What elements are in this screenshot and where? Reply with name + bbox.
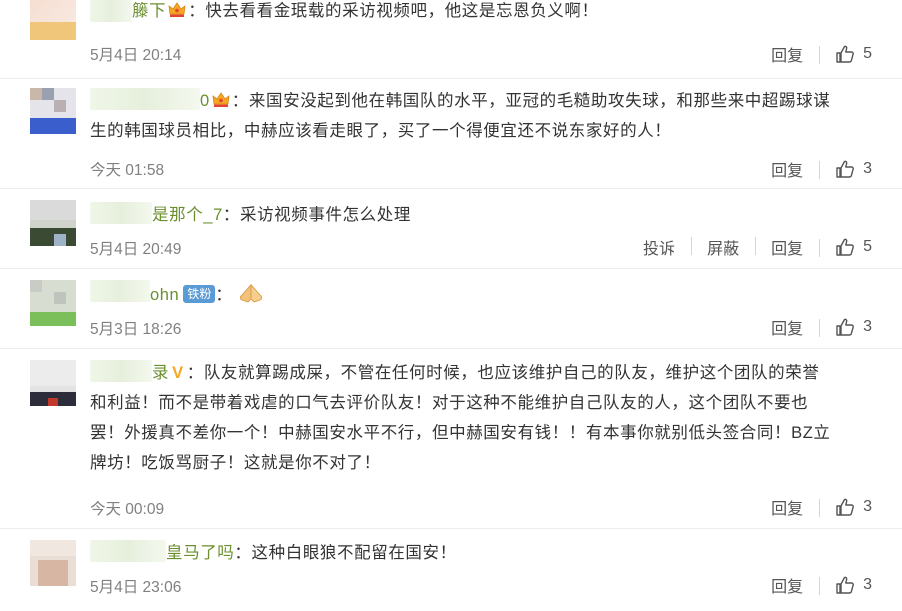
separator: ：: [188, 2, 206, 20]
comment-item: 皇马了吗：这种白眼狼不配留在国安！ 5月4日 23:06 回复 3: [0, 528, 902, 611]
avatar[interactable]: [30, 360, 76, 406]
comment-actions: 回复 3: [755, 315, 872, 339]
comment-item: 是那个_7：采访视频事件怎么处理 5月4日 20:49 投诉 屏蔽 回复 5: [0, 188, 902, 269]
like-button[interactable]: 3: [819, 575, 872, 595]
like-count: 3: [863, 498, 872, 515]
comment-item: 0 ：来国安没起到他在韩国队的水平，亚冠的毛糙助攻失球，和那些来中超踢球谋 生的韩…: [0, 78, 902, 189]
like-count: 5: [863, 238, 872, 255]
comment-actions: 回复 3: [755, 157, 872, 181]
nickname-mask: [90, 0, 132, 22]
like-count: 3: [863, 576, 872, 593]
verified-icon: V: [172, 364, 184, 382]
reply-button[interactable]: 回复: [755, 315, 819, 339]
nickname[interactable]: 录: [152, 364, 169, 382]
reply-button[interactable]: 回复: [755, 573, 819, 597]
like-count: 5: [863, 45, 872, 62]
comment-actions: 投诉 屏蔽 回复 5: [627, 235, 872, 259]
like-button[interactable]: 3: [819, 497, 872, 517]
comment-body: 来国安没起到他在韩国队的水平，亚冠的毛糙助攻失球，和那些来中超踢球谋: [248, 92, 831, 110]
comment-body: 快去看看金珉载的采访视频吧，他这是忘恩负义啊！: [205, 2, 599, 20]
avatar[interactable]: [30, 280, 76, 326]
thumbs-up-icon: [835, 159, 855, 179]
nickname-mask: [90, 202, 152, 224]
comment-time: 5月3日 18:26: [90, 321, 182, 338]
comment-time: 5月4日 20:14: [90, 47, 182, 64]
crown-icon: [168, 2, 186, 18]
like-button[interactable]: 3: [819, 317, 872, 337]
nickname-mask: [90, 280, 150, 302]
comment-body-line: 牌坊！吃饭骂厨子！这就是你不对了！: [90, 454, 381, 472]
comment-body: 队友就算踢成屎，不管在任何时候，也应该维护自己的队友，维护这个团队的荣誉: [203, 364, 820, 382]
separator: ：: [186, 364, 204, 382]
fan-badge[interactable]: 铁粉: [183, 285, 216, 303]
comment-text: 是那个_7：采访视频事件怎么处理: [152, 200, 882, 230]
like-button[interactable]: 3: [819, 159, 872, 179]
avatar[interactable]: [30, 0, 76, 40]
separator: ：: [231, 92, 249, 110]
reply-button[interactable]: 回复: [755, 42, 819, 66]
comment-text: 0 ：来国安没起到他在韩国队的水平，亚冠的毛糙助攻失球，和那些来中超踢球谋 生的韩…: [90, 86, 880, 146]
report-button[interactable]: 投诉: [627, 235, 691, 259]
thumbs-up-icon: [835, 497, 855, 517]
comment-item: ohn 铁粉： 5月3日 18:26 回复 3: [0, 268, 902, 349]
comment-actions: 回复 3: [755, 495, 872, 519]
comment-time: 5月4日 23:06: [90, 579, 182, 596]
comment-actions: 回复 5: [755, 42, 872, 66]
comment-item: 籐下 ：快去看看金珉载的采访视频吧，他这是忘恩负义啊！ 5月4日 20:14 回复…: [0, 0, 902, 79]
comment-time: 今天 00:09: [90, 501, 165, 518]
comment-text: ohn 铁粉：: [150, 280, 880, 310]
comment-body-line: 和利益！而不是带着戏虐的口气去评价队友！对于这种不能维护自己队友的人，这个团队不…: [90, 394, 809, 412]
reply-button[interactable]: 回复: [755, 157, 819, 181]
comment-body-line: 罢！外援真不差你一个！中赫国安水平不行，但中赫国安有钱！！有本事你就别低头签合同…: [90, 424, 831, 442]
nickname[interactable]: 籐下: [132, 2, 166, 20]
separator: ：: [215, 286, 233, 304]
block-button[interactable]: 屏蔽: [691, 235, 755, 259]
comment-body-line: 生的韩国球员相比，中赫应该看走眼了，买了一个得便宜还不说东家好的人！: [90, 122, 672, 140]
like-count: 3: [863, 318, 872, 335]
comment-text: 录 V ：队友就算踢成屎，不管在任何时候，也应该维护自己的队友，维护这个团队的荣誉 …: [90, 358, 880, 478]
comment-body: 这种白眼狼不配留在国安！: [251, 544, 457, 562]
praying-hands-emoji: [239, 283, 262, 303]
nickname[interactable]: 是那个_7: [152, 206, 223, 224]
comment-time: 5月4日 20:49: [90, 241, 182, 258]
separator: ：: [222, 206, 240, 224]
nickname-mask: [90, 540, 166, 562]
nickname[interactable]: 皇马了吗: [166, 544, 234, 562]
reply-button[interactable]: 回复: [755, 495, 819, 519]
nickname[interactable]: 0: [200, 92, 210, 110]
thumbs-up-icon: [835, 237, 855, 257]
like-button[interactable]: 5: [819, 237, 872, 257]
reply-button[interactable]: 回复: [755, 235, 819, 259]
comment-time: 今天 01:58: [90, 162, 165, 179]
thumbs-up-icon: [835, 317, 855, 337]
comment-text: 皇马了吗：这种白眼狼不配留在国安！: [166, 538, 886, 568]
comment-body: 采访视频事件怎么处理: [239, 206, 411, 224]
comment-text: 籐下 ：快去看看金珉载的采访视频吧，他这是忘恩负义啊！: [132, 0, 892, 26]
avatar[interactable]: [30, 540, 76, 586]
comment-item: 录 V ：队友就算踢成屎，不管在任何时候，也应该维护自己的队友，维护这个团队的荣誉 …: [0, 348, 902, 529]
separator: ：: [234, 544, 252, 562]
like-button[interactable]: 5: [819, 44, 872, 64]
nickname[interactable]: ohn: [150, 286, 179, 304]
thumbs-up-icon: [835, 44, 855, 64]
comment-actions: 回复 3: [755, 573, 872, 597]
thumbs-up-icon: [835, 575, 855, 595]
like-count: 3: [863, 160, 872, 177]
crown-icon: [212, 92, 230, 108]
avatar[interactable]: [30, 88, 76, 134]
avatar[interactable]: [30, 200, 76, 246]
